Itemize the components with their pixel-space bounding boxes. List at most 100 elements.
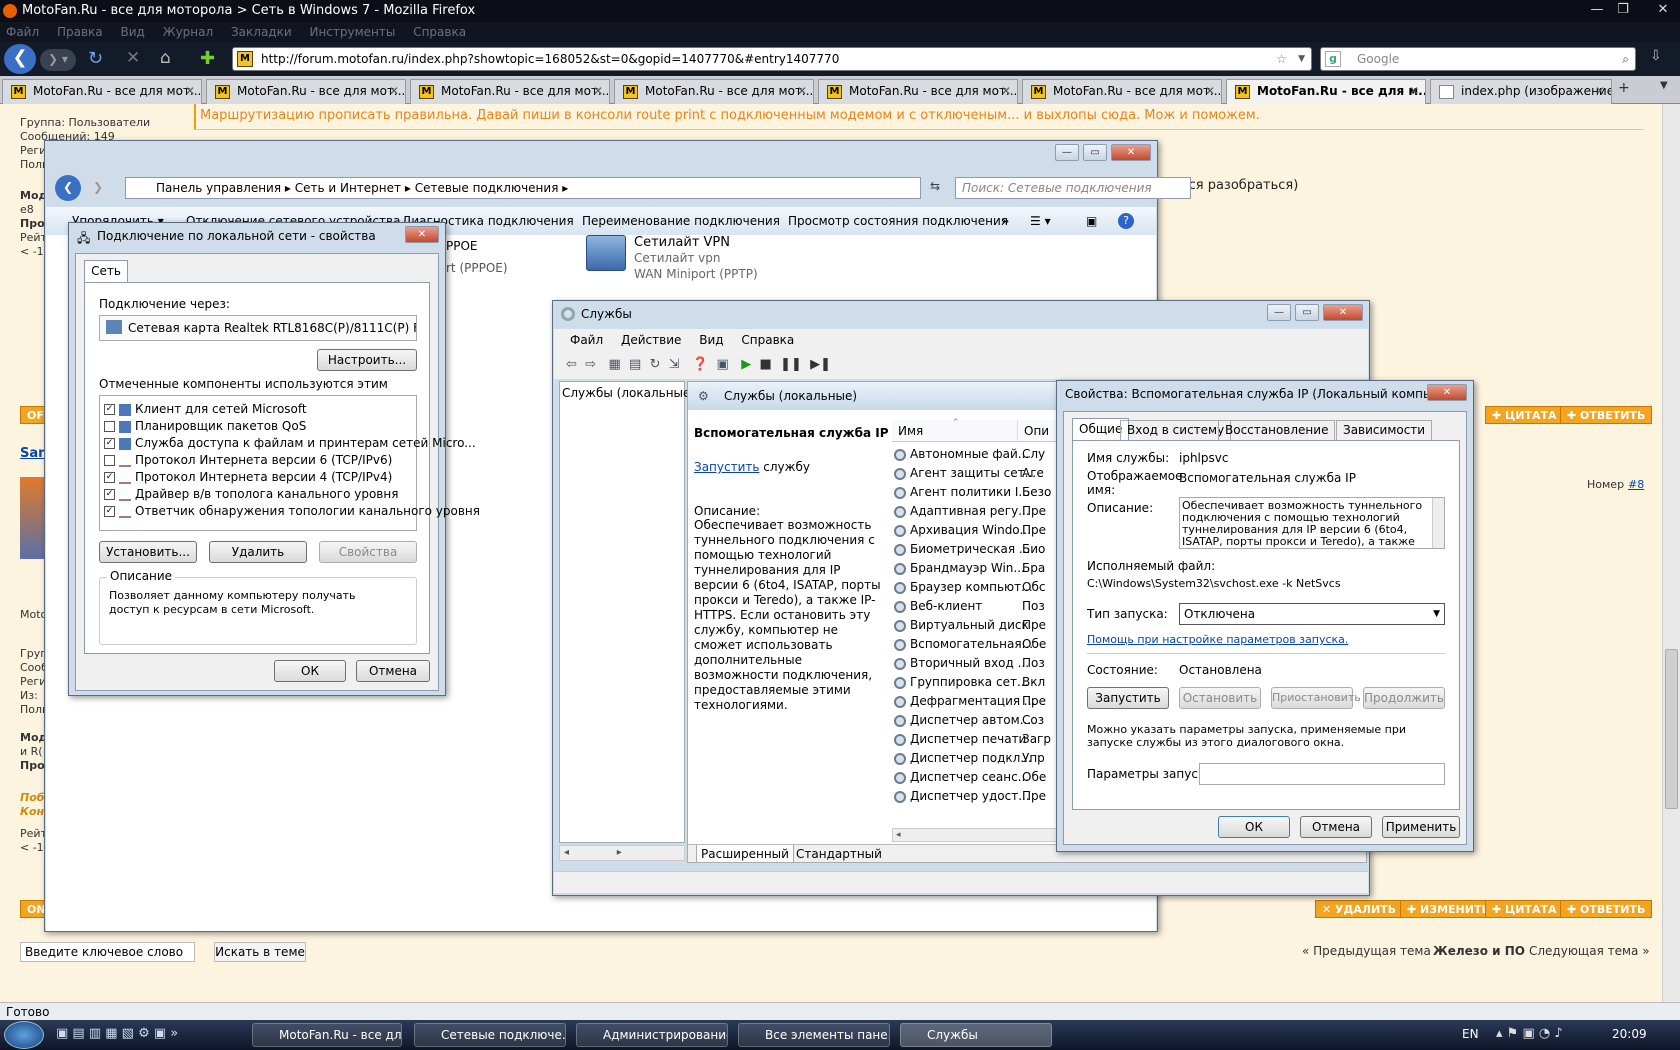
view-status[interactable]: Просмотр состояния подключения (788, 207, 1008, 235)
service-row[interactable]: Адаптивная регу... Пре (894, 503, 1046, 520)
search-icon[interactable]: ⌕ (1622, 48, 1629, 70)
install-button[interactable]: Установить... (99, 541, 197, 563)
reload-icon[interactable]: ↻ (88, 48, 103, 69)
console-tree-icon[interactable]: ▦ (608, 357, 620, 372)
address-bar[interactable]: Панель управления ▸ Сеть и Интернет ▸ Се… (125, 177, 921, 199)
cancel-button[interactable]: Отмена (356, 660, 430, 682)
component-checkbox[interactable]: ✓ (104, 472, 115, 483)
back-icon[interactable]: ❮ (55, 175, 81, 201)
close-icon[interactable]: ✕ (797, 80, 807, 103)
forward-icon[interactable]: ❯ (85, 175, 111, 201)
close-button[interactable]: ✕ (405, 226, 439, 243)
tab-1[interactable]: M MotoFan.Ru - все для мот... ✕ (2, 79, 202, 104)
breadcrumb-connections[interactable]: Сетевые подключения (415, 181, 559, 195)
tab-extended[interactable]: Расширенный (696, 845, 794, 862)
maximize-button[interactable]: ▭ (1083, 144, 1107, 161)
cite-button[interactable]: ✚ ЦИТАТА (1485, 406, 1564, 424)
component-row-7[interactable]: ✓ Ответчик обнаружения топологии канально… (104, 504, 480, 518)
service-row[interactable]: Диспетчер удост... Пре (894, 788, 1046, 805)
pppoe-name[interactable]: PPOE (446, 239, 478, 253)
service-row[interactable]: Автономные фай... Слу (894, 446, 1045, 463)
service-row[interactable]: Браузер компьют... Обс (894, 579, 1045, 596)
close-icon[interactable]: ✕ (1409, 80, 1419, 103)
close-button[interactable]: ✕ (1323, 304, 1363, 321)
refresh-icon[interactable]: ⇆ (930, 179, 940, 193)
export-icon[interactable]: ⇲ (669, 357, 680, 372)
minimize-button[interactable]: — (1055, 144, 1079, 161)
remove-button[interactable]: Удалить (209, 541, 307, 563)
close-icon[interactable]: ✕ (1205, 80, 1215, 103)
component-checkbox[interactable]: ✓ (104, 506, 115, 517)
taskbar-control-panel[interactable]: Все элементы пане... (738, 1023, 890, 1047)
close-icon[interactable]: ✕ (1595, 80, 1605, 103)
breadcrumb-control-panel[interactable]: Панель управления (156, 181, 281, 195)
maximize-button[interactable]: ▭ (1295, 304, 1319, 321)
edit-button[interactable]: ✚ ИЗМЕНИТЬ (1400, 900, 1497, 918)
close-icon[interactable]: ✕ (593, 80, 603, 103)
close-button[interactable]: ✕ (1652, 1, 1674, 19)
tab-2[interactable]: M MotoFan.Ru - все для мот... ✕ (206, 79, 406, 104)
quick-launch-icons[interactable]: ▣ ▤ ▥ ▦ ▧ ⚙ ▣ » (56, 1026, 178, 1041)
desc-scrollbar[interactable] (1432, 498, 1444, 548)
service-row[interactable]: Группировка сет... Вкл (894, 674, 1045, 691)
back-icon[interactable]: ⇦ (566, 357, 577, 372)
scroll-thumb[interactable] (1665, 649, 1678, 809)
component-checkbox[interactable]: ✓ (104, 489, 115, 500)
tab-list-icon[interactable]: ▼ (1660, 80, 1668, 91)
properties-icon[interactable]: ▣ (717, 357, 729, 372)
reply-button[interactable]: ✚ ОТВЕТИТЬ (1560, 406, 1653, 424)
component-row-1[interactable]: ✓ Клиент для сетей Microsoft (104, 402, 307, 416)
start-button[interactable]: Запустить (1087, 687, 1169, 709)
breadcrumb-network[interactable]: Сеть и Интернет (295, 181, 401, 195)
stop-icon[interactable]: ■ (760, 357, 772, 372)
service-row[interactable]: Дефрагментация ... Пре (894, 693, 1046, 710)
resume-button[interactable]: Продолжить (1363, 687, 1445, 709)
close-icon[interactable]: ✕ (185, 80, 195, 103)
close-icon[interactable]: ✕ (1001, 80, 1011, 103)
service-row[interactable]: Виртуальный диск Пре (894, 617, 1046, 634)
tab-7-active[interactable]: M MotoFan.Ru - все для м... ✕ (1226, 79, 1426, 104)
tab-standard[interactable]: Стандартный (792, 845, 886, 862)
service-row[interactable]: Вторичный вход ... Поз (894, 655, 1045, 672)
tray-icons[interactable]: ▴ ⚑ ▣ ◔ ♪ (1496, 1026, 1563, 1041)
ok-button[interactable]: ОК (1218, 816, 1290, 838)
clock[interactable]: 20:09 (1612, 1027, 1647, 1041)
service-row[interactable]: Агент защиты сет... Аге (894, 465, 1044, 482)
vpn-name[interactable]: Сетилайт VPN (634, 235, 730, 250)
help-icon[interactable]: ? (1118, 213, 1134, 229)
help-link[interactable]: Помощь при настройке параметров запуска. (1087, 633, 1348, 646)
component-row-6[interactable]: ✓ Драйвер в/в тополога канального уровня (104, 487, 398, 501)
tab-6[interactable]: M MotoFan.Ru - все для мот... ✕ (1022, 79, 1222, 104)
service-row[interactable]: Диспетчер автом... Соз (894, 712, 1044, 729)
service-row[interactable]: Диспетчер печати Загр (894, 731, 1051, 748)
start-button[interactable] (4, 1021, 44, 1049)
configure-button[interactable]: Настроить... (317, 349, 417, 371)
add-bookmark-icon[interactable]: ✚ (200, 48, 215, 69)
download-icon[interactable]: ⇩ (1650, 48, 1662, 64)
taskbar-firefox[interactable]: MotoFan.Ru - все дл... (252, 1023, 402, 1047)
params-input[interactable] (1199, 763, 1445, 785)
menu-tools[interactable]: Инструменты (309, 25, 395, 39)
taskbar-services[interactable]: Службы (900, 1023, 1052, 1047)
rename-connection[interactable]: Переименование подключения (582, 207, 780, 235)
menu-view[interactable]: Вид (120, 25, 144, 39)
tab-3[interactable]: M MotoFan.Ru - все для мот... ✕ (410, 79, 610, 104)
component-checkbox[interactable] (104, 455, 115, 466)
tab-recovery[interactable]: Восстановление (1218, 420, 1336, 440)
pause-button[interactable]: Приостановить (1271, 687, 1361, 709)
taskbar-admin[interactable]: Администрирование (576, 1023, 728, 1047)
tab-network[interactable]: Сеть (84, 260, 128, 282)
component-row-4[interactable]: Протокол Интернета версии 6 (TCP/IPv6) (104, 453, 392, 467)
page-scrollbar[interactable] (1662, 104, 1680, 1002)
cite-button-2[interactable]: ✚ ЦИТАТА (1485, 900, 1564, 918)
maximize-button[interactable]: ❐ (1612, 1, 1634, 19)
language-indicator[interactable]: EN (1462, 1027, 1479, 1041)
service-row-selected[interactable]: Вспомогательная... Обе (894, 636, 1046, 653)
close-icon[interactable]: ✕ (389, 80, 399, 103)
service-row[interactable]: Диспетчер сеанс... Обе (894, 769, 1046, 786)
post-number[interactable]: #8 (1628, 478, 1644, 491)
back-icon[interactable]: ❮ (4, 44, 36, 74)
service-row[interactable]: Агент политики I... Безо (894, 484, 1051, 501)
menu-history[interactable]: Журнал (163, 25, 214, 39)
pause-icon[interactable]: ❚❚ (780, 357, 802, 372)
